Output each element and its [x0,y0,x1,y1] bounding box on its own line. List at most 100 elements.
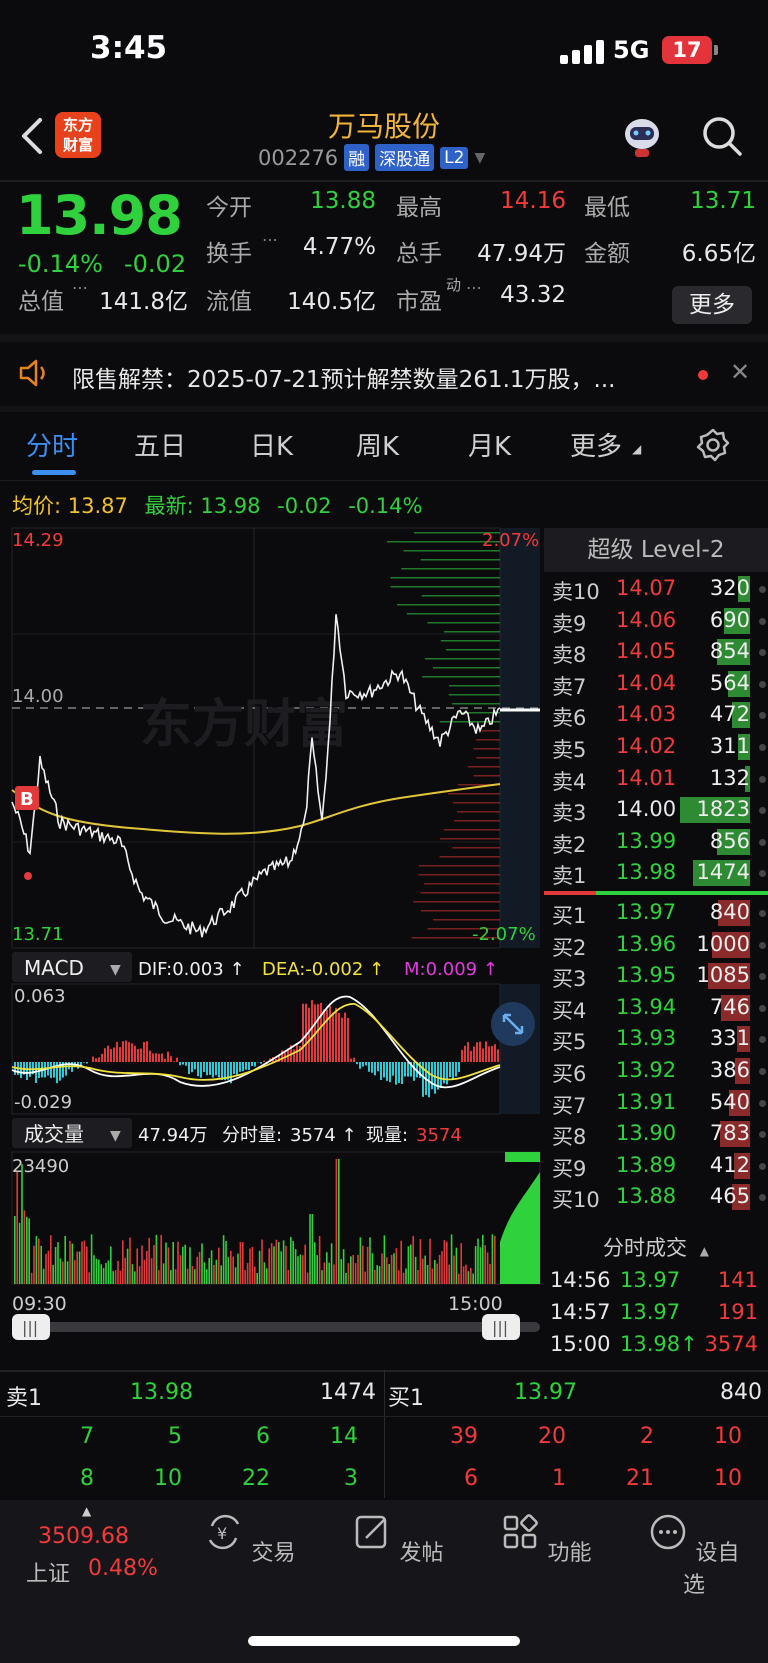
depth-bar [433,919,500,921]
ask-volume: 311 [709,733,750,758]
macd-bar [446,1062,448,1085]
queue-buy-vol: 840 [720,1380,762,1405]
macd-bar [458,1062,460,1073]
volume-bar [350,1256,352,1284]
volume-bar [249,1248,251,1284]
info-icon[interactable]: ⋯ [466,278,482,297]
macd-bar [341,1017,343,1062]
bid-level-label: 买9 [552,1156,587,1181]
volume-bar [201,1243,203,1284]
depth-bar [452,703,500,705]
robot-assistant-icon[interactable] [618,112,666,160]
intraday-chart[interactable]: 东方财富 B 14.29 14.00 13.71 2.07% -2.07% MA… [0,522,544,1370]
trade-price: 13.97 [620,1300,681,1324]
macd-bar [329,1005,331,1062]
volume-bar [33,1245,35,1284]
search-icon[interactable] [700,114,744,158]
trade-vol: 3574 [704,1332,758,1356]
volume-bar [323,1262,326,1284]
settings-icon[interactable] [696,428,730,462]
macd-bar [86,1062,88,1064]
volume-bar [282,1240,285,1284]
tab-weekly[interactable]: 周K [356,426,399,463]
trades-title: 分时成交 [603,1236,688,1260]
info-icon[interactable]: ⋯ [72,278,88,297]
bid-volume: 540 [709,1089,750,1114]
level2-title[interactable]: 超级 Level-2 [544,528,768,572]
volume-bar [45,1253,47,1284]
bid-level-label: 买10 [552,1188,600,1213]
notice-bar[interactable]: 限售解禁：2025-07-21预计解禁数量261.1万股，... ✕ [0,342,768,406]
nav-post[interactable]: 发帖 [348,1512,448,1567]
volume-bar [345,1272,347,1284]
tick-trades[interactable]: 分时成交 ▲ 14:56 13.97 141 14:57 13.97 191 1… [544,1232,768,1360]
tab-daily[interactable]: 日K [250,426,293,463]
order-indicator [759,973,766,981]
macd-bar [368,1062,370,1072]
macd-bar [380,1062,382,1081]
macd-bar [221,1062,223,1080]
trades-title-row[interactable]: 分时成交 ▲ [544,1232,768,1264]
macd-bar [140,1048,142,1062]
ask-volume: 564 [709,670,750,695]
volume-bar [460,1243,462,1284]
volume-bar [412,1235,414,1284]
volume-bar [189,1247,191,1284]
volume-bar [35,1236,38,1284]
index-value[interactable]: 3509.68 [38,1524,129,1549]
volume-bar [191,1265,194,1284]
volume-bar [486,1252,489,1284]
more-button[interactable]: 更多 [672,286,752,324]
range-slider-track [12,1322,540,1332]
stock-subtitle[interactable]: 002276 融 深股通 L2 ▼ [258,144,485,171]
nav-trade[interactable]: ¥ 交易 [200,1512,300,1567]
macd-bar [359,1062,361,1069]
volume-bar [54,1247,57,1284]
nav-functions[interactable]: 功能 [496,1512,596,1567]
volume-total: 47.94万 [138,1125,208,1146]
amount-value: 6.65亿 [681,241,756,267]
volume-bar [244,1270,246,1284]
queue-order: 10 [714,1424,742,1449]
volume-bar [148,1237,150,1284]
ask-volume: 1474 [696,860,750,885]
tag-l2: L2 [440,146,469,169]
ask-row: 卖3 14.00 1823 [544,793,768,825]
volume-bar [131,1264,134,1284]
index-name[interactable]: 上证 [26,1556,70,1588]
tab-intraday[interactable]: 分时 [26,426,78,463]
volume-bar [316,1255,318,1284]
depth-bar [473,748,500,750]
volume-bar [290,1237,292,1284]
level2-book[interactable]: 超级 Level-2 卖10 14.07 320 卖9 14.06 690 卖8 14.05 8… [544,528,768,1212]
bid-volume: 386 [709,1057,750,1082]
close-icon[interactable]: ✕ [730,358,750,386]
volume-bar [138,1266,141,1284]
volume-bar [69,1240,71,1284]
volume-bar [182,1246,184,1284]
tab-5day[interactable]: 五日 [134,426,186,463]
ask-row: 卖5 14.02 311 [544,730,768,762]
avg-label: 均价: [12,494,62,518]
ask-level-label: 卖9 [552,611,587,636]
queue-order: 6 [256,1424,270,1449]
latest-label: 最新: [144,494,194,518]
macd-bar [371,1062,373,1073]
tab-more[interactable]: 更多 [570,426,622,463]
macd-bar [203,1062,205,1072]
macd-bar [263,1060,265,1062]
depth-bar [413,901,500,903]
depth-bar [481,730,500,732]
order-indicator [759,1131,766,1139]
volume-bar [76,1251,78,1284]
depth-bar [418,865,500,867]
volume-bar [386,1257,388,1284]
info-icon[interactable]: ⋯ [262,230,278,249]
macd-bar [218,1062,220,1078]
caret-icon: ◢ [632,442,642,456]
macd-histogram [14,1000,499,1098]
nav-watchlist[interactable]: 设自选 [644,1512,744,1599]
tab-monthly[interactable]: 月K [468,426,511,463]
depth-bar [444,631,500,633]
queue-sell-vol: 1474 [320,1380,376,1405]
